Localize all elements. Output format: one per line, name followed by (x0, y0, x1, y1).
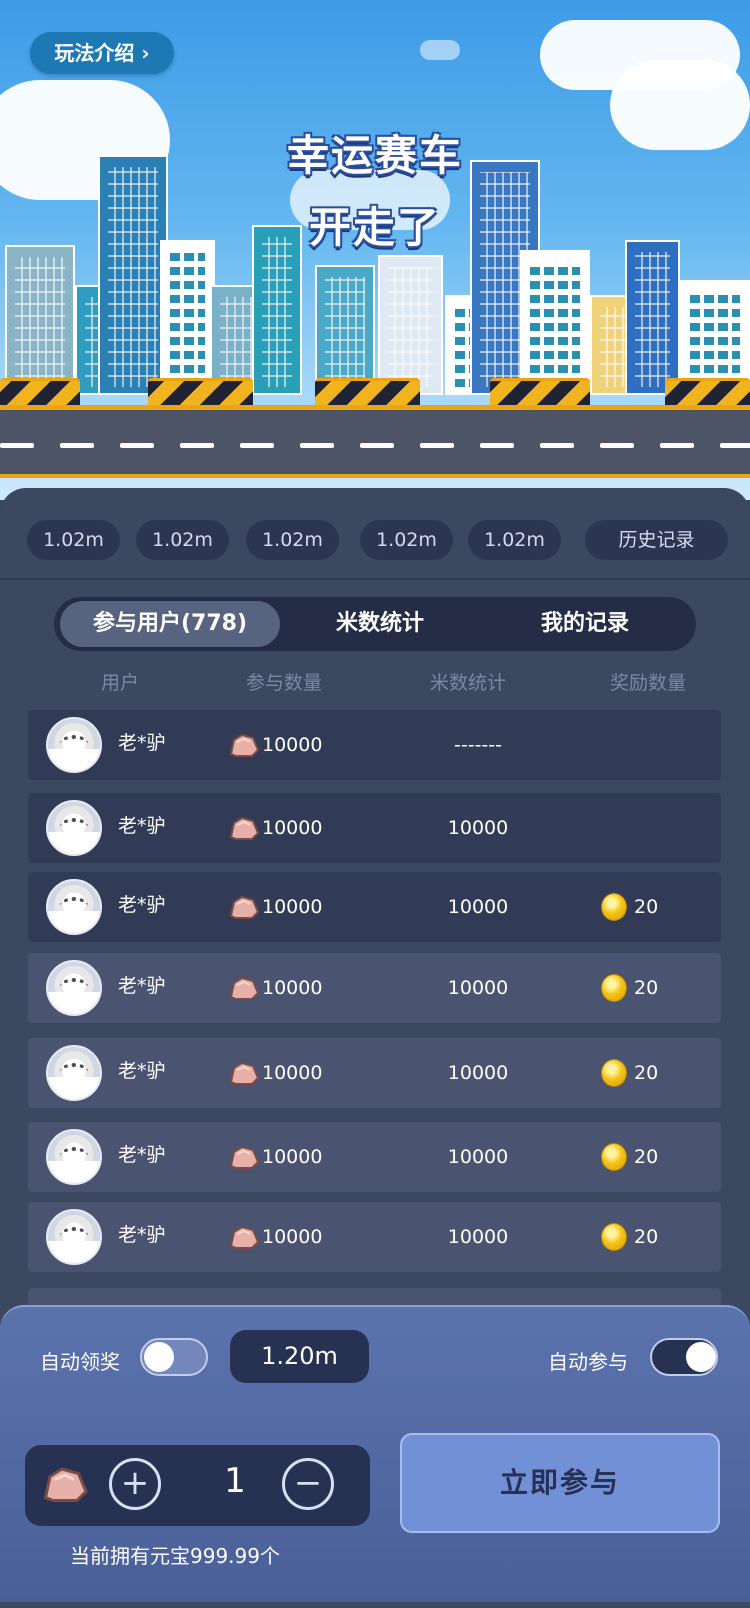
history-pill[interactable]: 1.02m (360, 520, 453, 560)
table-row: 老*驴 10000 10000 (28, 793, 721, 863)
building (520, 250, 590, 395)
avatar (46, 1129, 102, 1185)
user-name: 老*驴 (118, 1060, 166, 1082)
reward-amount: 20 (634, 977, 659, 999)
participation-amount: 10000 (262, 1226, 323, 1248)
auto-join-label: 自动参与 (548, 1350, 628, 1374)
stone-icon (229, 733, 260, 757)
user-name: 老*驴 (118, 975, 166, 997)
participation-amount: 10000 (262, 896, 323, 918)
howto-button[interactable]: 玩法介绍 › (30, 32, 174, 74)
divider (0, 578, 750, 580)
user-name: 老*驴 (118, 732, 166, 754)
tab-bar: 参与用户(778) 米数统计 我的记录 (54, 597, 696, 651)
reward-amount: 20 (634, 1062, 659, 1084)
table-row: 老*驴 10000 10000 20 (28, 953, 721, 1023)
avatar (46, 1209, 102, 1265)
join-now-button[interactable]: 立即参与 (400, 1433, 720, 1533)
auto-claim-toggle[interactable] (140, 1338, 208, 1376)
avatar (46, 1045, 102, 1101)
table-row: 老*驴 10000 10000 20 (28, 1122, 721, 1192)
toggle-knob (144, 1342, 174, 1372)
meter-stat: 10000 (447, 817, 509, 839)
participation-amount: 10000 (262, 1062, 323, 1084)
tab-my-records[interactable]: 我的记录 (480, 601, 690, 647)
meter-stat: ------- (454, 734, 502, 756)
user-name: 老*驴 (118, 1224, 166, 1246)
table-row: 老*驴 10000 10000 20 (28, 1038, 721, 1108)
building (378, 255, 443, 395)
hero-banner: 玩法介绍 › 幸运赛车 开走了 (0, 0, 750, 500)
building (160, 240, 215, 395)
stone-icon (229, 895, 260, 919)
page-title-line1: 幸运赛车 (286, 131, 463, 180)
history-record-button[interactable]: 历史记录 (585, 520, 728, 560)
user-name: 老*驴 (118, 815, 166, 837)
reward-amount: 20 (634, 1146, 659, 1168)
table-row: 老*驴 10000 10000 20 (28, 872, 721, 942)
avatar (46, 800, 102, 856)
building (625, 240, 680, 395)
auto-claim-label: 自动领奖 (40, 1350, 120, 1374)
race-road (0, 405, 750, 478)
history-pill[interactable]: 1.02m (136, 520, 229, 560)
participation-amount: 10000 (262, 817, 323, 839)
user-name: 老*驴 (118, 894, 166, 916)
increment-button[interactable]: + (109, 1458, 161, 1510)
chevron-right-icon: › (141, 41, 150, 65)
table-row: 老*驴 10000 ------- (28, 710, 721, 780)
page-title-line2: 开走了 (308, 203, 441, 252)
history-pill[interactable]: 1.02m (468, 520, 561, 560)
participation-amount: 10000 (262, 977, 323, 999)
quantity-value: 1 (224, 1461, 246, 1501)
column-header-meters: 米数统计 (429, 672, 506, 694)
avatar (46, 879, 102, 935)
column-header-user: 用户 (100, 672, 139, 694)
meter-stat: 10000 (447, 1226, 509, 1248)
decrement-button[interactable]: − (282, 1458, 334, 1510)
user-name: 老*驴 (118, 1144, 166, 1166)
participation-amount: 10000 (262, 1146, 323, 1168)
stone-icon (229, 1225, 260, 1249)
building (5, 245, 75, 395)
column-header-amount: 参与数量 (245, 672, 322, 694)
avatar (46, 717, 102, 773)
table-row: 老*驴 10000 10000 20 (28, 1202, 721, 1272)
stone-icon (43, 1467, 88, 1502)
balance-text: 当前拥有元宝999.99个 (70, 1544, 280, 1568)
auto-join-toggle[interactable] (650, 1338, 718, 1376)
history-pill[interactable]: 1.02m (246, 520, 339, 560)
stone-icon (229, 1145, 260, 1169)
tab-meter-stats[interactable]: 米数统计 (280, 601, 480, 647)
gold-coin-icon (601, 1223, 627, 1251)
howto-label: 玩法介绍 (54, 41, 135, 65)
gold-coin-icon (601, 1059, 627, 1087)
gold-coin-icon (601, 1143, 627, 1171)
meter-stat: 10000 (447, 977, 509, 999)
avatar (46, 960, 102, 1016)
stone-icon (229, 976, 260, 1000)
quantity-stepper: + 1 − (25, 1445, 370, 1526)
building (315, 265, 375, 395)
meter-stat: 10000 (447, 1062, 509, 1084)
meter-value-display: 1.20m (230, 1330, 369, 1383)
reward-amount: 20 (634, 1226, 659, 1248)
cloud (420, 40, 460, 60)
participation-amount: 10000 (262, 734, 323, 756)
building (98, 155, 168, 395)
gold-coin-icon (601, 974, 627, 1002)
column-header-reward: 奖励数量 (609, 672, 686, 694)
toggle-knob (686, 1342, 716, 1372)
stone-icon (229, 816, 260, 840)
stone-icon (229, 1061, 260, 1085)
meter-stat: 10000 (447, 1146, 509, 1168)
gold-coin-icon (601, 893, 627, 921)
history-pill[interactable]: 1.02m (27, 520, 120, 560)
meter-stat: 10000 (447, 896, 509, 918)
reward-amount: 20 (634, 896, 659, 918)
tab-participants[interactable]: 参与用户(778) (60, 601, 280, 647)
